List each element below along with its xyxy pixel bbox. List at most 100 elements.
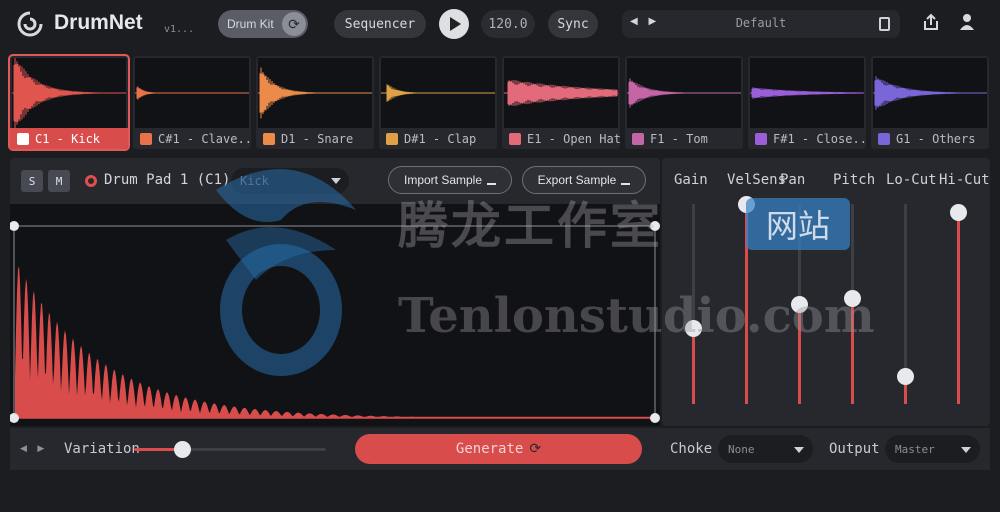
param-slider-fill [692,328,695,404]
kick-icon [85,175,97,187]
variation-slider[interactable] [134,441,326,458]
refresh-icon[interactable]: ⟳ [282,12,306,36]
param-slider-handle[interactable] [685,320,702,337]
param-slider-handle[interactable] [844,290,861,307]
pad-waveform-shape [751,87,864,99]
waveform-shape [15,266,655,418]
variation-nav-arrows[interactable]: ◀ ▶ [20,443,48,454]
tom-icon [632,132,644,145]
mute-button[interactable]: M [48,170,70,192]
envelope-handle[interactable] [650,221,660,231]
param-slider-handle[interactable] [950,204,967,221]
drum-pad-label: F#1 - Close... [748,128,866,149]
drum-pad[interactable]: F1 - Tom [625,56,743,149]
pad-waveform-shape [874,76,971,110]
pad-waveform [873,58,987,128]
param-label: Gain [674,172,708,188]
param-slider-handle[interactable] [738,196,755,213]
variation-label: Variation [64,441,140,457]
pad-waveform [135,58,249,128]
drum-pad-label: E1 - Open Hat [502,128,620,149]
pad-waveform-shape [386,84,420,102]
bottom-bar: ◀ ▶ Variation Generate ⟳ Choke None Outp… [10,428,990,470]
drum-pad[interactable]: C#1 - Clave... [133,56,251,149]
drum-pad-name: C#1 - Clave... [158,131,251,146]
drum-pad[interactable]: C1 - Kick [8,54,130,151]
choke-select-value: None [728,443,755,456]
play-button[interactable] [439,9,469,39]
pad-waveform [381,58,495,128]
drum-pad-label: C#1 - Clave... [133,128,251,149]
waveform-display[interactable] [10,204,660,426]
share-icon[interactable] [922,13,940,31]
param-slider[interactable] [844,204,861,404]
drum-pad-label: D#1 - Clap [379,128,497,149]
pad-waveform-shape [13,58,104,128]
drum-pad[interactable]: D#1 - Clap [379,56,497,149]
export-sample-label: Export Sample [537,173,617,187]
chevron-down-icon [794,447,804,453]
tempo-field[interactable]: 120.0 [481,10,535,38]
pad-waveform [504,58,618,128]
choke-select[interactable]: None [718,435,813,463]
param-slider-fill [745,204,748,404]
closed-hat-icon [755,132,767,145]
envelope-handle[interactable] [650,413,660,423]
drum-pad[interactable]: F#1 - Close... [748,56,866,149]
drum-pad-name: G1 - Others [896,131,976,146]
output-select[interactable]: Master [885,435,980,463]
clave-icon [140,132,152,145]
solo-button[interactable]: S [21,170,43,192]
pad-waveform [258,58,372,128]
drum-pad-name: C1 - Kick [35,131,101,146]
drum-pad[interactable]: D1 - Snare [256,56,374,149]
pad-waveform-shape [628,78,690,108]
refresh-icon: ⟳ [529,441,542,457]
sample-editor: S M Drum Pad 1 (C1) Kick Import Sample E… [10,158,660,426]
drum-pad[interactable]: G1 - Others [871,56,989,149]
app-version: v1... [164,24,195,35]
pad-waveform [12,58,126,128]
clap-icon [386,132,398,145]
top-bar: DrumNet v1... Drum Kit ⟳ Sequencer 120.0… [0,0,1000,48]
others-icon [878,132,890,145]
pad-title: Drum Pad 1 (C1) [104,172,231,188]
footer-bar [0,482,1000,512]
drum-kit-button[interactable]: Drum Kit ⟳ [218,10,308,38]
param-label: Pan [780,172,806,188]
save-preset-icon[interactable] [879,17,890,31]
kick-icon [17,132,29,145]
drum-pad[interactable]: E1 - Open Hat [502,56,620,149]
download-icon [487,176,497,185]
sequencer-button[interactable]: Sequencer [334,10,426,38]
download-icon [621,176,631,185]
drum-pad-label: G1 - Others [871,128,989,149]
param-slider-fill [957,212,960,404]
param-slider[interactable] [950,204,967,404]
param-slider-handle[interactable] [897,368,914,385]
param-slider[interactable] [791,204,808,404]
chevron-down-icon [331,178,341,184]
import-sample-label: Import Sample [403,173,483,187]
pad-parameters: Gain VelSens Pan Pitch Lo-Cut Hi-Cut [662,158,990,426]
param-slider[interactable] [738,196,755,404]
drum-pad-label: D1 - Snare [256,128,374,149]
preset-selector[interactable]: ◀ ▶ Default [622,10,900,38]
variation-slider-handle[interactable] [174,441,191,458]
import-sample-button[interactable]: Import Sample [388,166,512,194]
param-slider-handle[interactable] [791,296,808,313]
pad-waveform-shape [507,80,618,106]
sync-button[interactable]: Sync [548,10,598,38]
envelope-handle[interactable] [10,221,19,231]
app-name: DrumNet [54,11,143,34]
sample-select[interactable]: Kick [231,168,349,194]
param-slider[interactable] [897,204,914,404]
param-slider[interactable] [685,204,702,404]
generate-label: Generate [455,441,524,457]
drum-pad-name: F1 - Tom [650,131,708,146]
user-icon[interactable] [958,13,976,31]
preset-name: Default [735,16,787,30]
generate-button[interactable]: Generate ⟳ [355,434,642,464]
export-sample-button[interactable]: Export Sample [522,166,646,194]
drum-pad-name: F#1 - Close... [773,131,866,146]
